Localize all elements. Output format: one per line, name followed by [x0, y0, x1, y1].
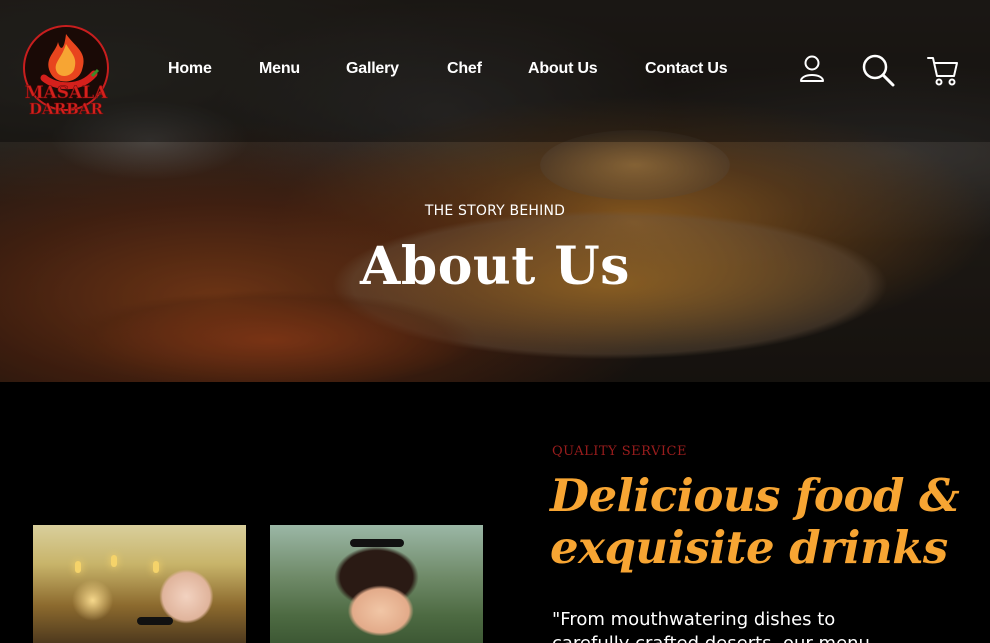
cart-icon[interactable] [926, 52, 960, 93]
nav-home[interactable]: Home [168, 60, 212, 78]
nav-menu[interactable]: Menu [259, 60, 300, 78]
nav-gallery[interactable]: Gallery [346, 60, 399, 78]
section-label: QUALITY SERVICE [552, 444, 687, 459]
section-heading-line1: Delicious food & [550, 469, 960, 522]
about-photo-restaurant [33, 525, 246, 643]
section-heading-line2: exquisite drinks [550, 521, 948, 574]
site-logo[interactable]: MASALA DARBAR [4, 22, 128, 118]
svg-text:DARBAR: DARBAR [29, 100, 103, 118]
user-icon[interactable] [798, 52, 826, 91]
section-heading: Delicious food & exquisite drinks [550, 470, 970, 574]
hero-eyebrow: THE STORY BEHIND [424, 203, 566, 219]
nav-contact-us[interactable]: Contact Us [645, 60, 728, 78]
hero-banner: MASALA DARBAR Home Menu Gallery Chef Abo… [0, 0, 990, 382]
nav-about-us[interactable]: About Us [528, 60, 598, 78]
page-title: About Us [360, 236, 630, 297]
section-body: "From mouthwatering dishes to carefully … [552, 609, 870, 643]
search-icon[interactable] [860, 52, 896, 93]
masala-darbar-logo-icon: MASALA DARBAR [23, 25, 109, 118]
about-photo-guest [270, 525, 483, 643]
nav-chef[interactable]: Chef [447, 60, 482, 78]
